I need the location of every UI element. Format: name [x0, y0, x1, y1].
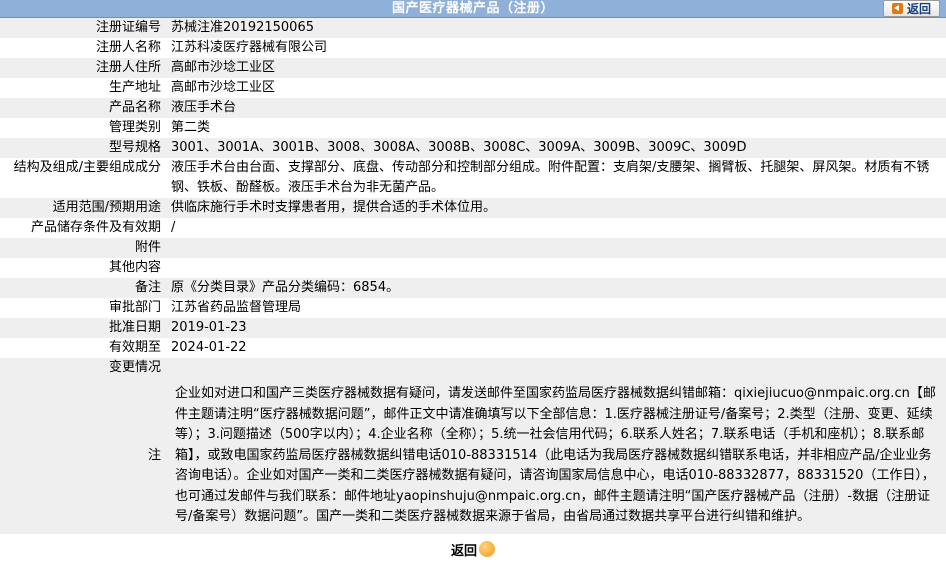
field-value: 江苏科凌医疗器械有限公司	[171, 40, 328, 55]
table-row: 附件	[0, 238, 946, 258]
page-header: 国产医疗器械产品（注册） 返回	[0, 0, 946, 18]
field-label: 变更情况	[108, 360, 161, 375]
back-button-top[interactable]: 返回	[883, 0, 940, 17]
note-row: 注企业如对进口和国产三类医疗器械数据有疑问，请发送邮件至国家药监局医疗器械数据纠…	[0, 378, 946, 534]
field-label: 注册人住所	[95, 60, 161, 75]
back-circle-icon	[479, 541, 495, 557]
back-button-bottom[interactable]: 返回	[451, 540, 495, 559]
table-row: 适用范围/预期用途 供临床施行手术时支撑患者用，提供合适的手术体位用。	[0, 198, 946, 218]
field-value: 2024-01-22	[171, 340, 247, 355]
table-row: 变更情况	[0, 358, 946, 378]
field-value: 江苏省药品监督管理局	[171, 300, 302, 315]
field-value	[167, 358, 946, 378]
table-row: 审批部门 江苏省药品监督管理局	[0, 298, 946, 318]
back-button-bottom-label: 返回	[450, 543, 477, 559]
table-row: 管理类别 第二类	[0, 118, 946, 138]
field-value: 液压手术台由台面、支撑部分、底盘、传动部分和控制部分组成。附件配置：支肩架/支腰…	[171, 160, 930, 195]
footer: 返回	[0, 534, 946, 562]
table-row: 产品储存条件及有效期 /	[0, 218, 946, 238]
table-row: 备注 原《分类目录》产品分类编码：6854。	[0, 278, 946, 298]
field-label: 产品名称	[108, 100, 161, 115]
field-label: 其他内容	[108, 260, 161, 275]
field-value: 3001、3001A、3001B、3008、3008A、3008B、3008C、…	[171, 140, 747, 155]
field-value: 液压手术台	[171, 100, 237, 115]
table-row: 生产地址 高邮市沙埝工业区	[0, 78, 946, 98]
table-row: 批准日期 2019-01-23	[0, 318, 946, 338]
field-value	[167, 238, 946, 258]
table-row: 型号规格 3001、3001A、3001B、3008、3008A、3008B、30…	[0, 138, 946, 158]
detail-table: 注册证编号 苏械注准20192150065 注册人名称 江苏科凌医疗器械有限公司 注册人…	[0, 18, 946, 534]
table-row: 结构及组成/主要组成成分 液压手术台由台面、支撑部分、底盘、传动部分和控制部分组成…	[0, 158, 946, 198]
field-value: 2019-01-23	[171, 320, 247, 335]
field-value: 苏械注准20192150065	[171, 20, 314, 35]
field-label: 有效期至	[108, 340, 161, 355]
note-text: 企业如对进口和国产三类医疗器械数据有疑问，请发送邮件至国家药监局医疗器械数据纠错…	[175, 386, 936, 524]
field-label: 结构及组成/主要组成成分	[13, 160, 161, 175]
field-label: 审批部门	[108, 300, 161, 315]
table-row: 注册证编号 苏械注准20192150065	[0, 18, 946, 38]
table-row: 有效期至 2024-01-22	[0, 338, 946, 358]
field-label: 适用范围/预期用途	[52, 200, 161, 215]
back-arrow-icon	[891, 3, 903, 14]
back-button-label: 返回	[906, 2, 931, 16]
field-value: 高邮市沙埝工业区	[171, 60, 276, 75]
field-label: 附件	[134, 240, 161, 255]
field-value: 高邮市沙埝工业区	[171, 80, 276, 95]
field-label: 注册人名称	[95, 40, 161, 55]
field-value: /	[171, 220, 176, 235]
table-row: 其他内容	[0, 258, 946, 278]
table-row: 注册人住所 高邮市沙埝工业区	[0, 58, 946, 78]
page-title: 国产医疗器械产品（注册）	[391, 1, 554, 16]
field-label: 管理类别	[108, 120, 161, 135]
field-value: 第二类	[171, 120, 211, 135]
field-label: 产品储存条件及有效期	[30, 220, 161, 235]
field-label: 批准日期	[108, 320, 161, 335]
field-value	[167, 258, 946, 278]
field-label: 注册证编号	[95, 20, 161, 35]
field-label: 生产地址	[108, 80, 161, 95]
field-value: 原《分类目录》产品分类编码：6854。	[171, 280, 400, 295]
field-label: 备注	[134, 280, 161, 295]
note-label: 注	[147, 447, 161, 463]
field-label: 型号规格	[108, 140, 161, 155]
table-row: 注册人名称 江苏科凌医疗器械有限公司	[0, 38, 946, 58]
note-value: 企业如对进口和国产三类医疗器械数据有疑问，请发送邮件至国家药监局医疗器械数据纠错…	[167, 378, 946, 534]
table-row: 产品名称 液压手术台	[0, 98, 946, 118]
field-value: 供临床施行手术时支撑患者用，提供合适的手术体位用。	[171, 200, 497, 215]
